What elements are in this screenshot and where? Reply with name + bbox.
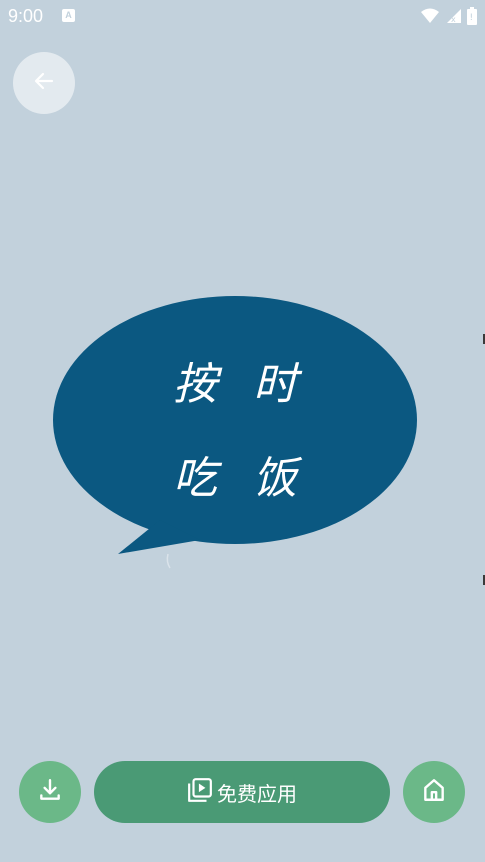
battery-icon: !: [467, 7, 477, 30]
home-button[interactable]: [403, 761, 465, 823]
status-bar: 9:00 A x !: [0, 0, 485, 34]
svg-text:x: x: [451, 15, 456, 24]
arrow-left-icon: [32, 69, 56, 98]
sticker-text-line2: 吃饭: [173, 453, 333, 504]
home-icon: [421, 777, 447, 808]
svg-text:!: !: [470, 13, 474, 23]
signal-icon: x: [445, 8, 461, 29]
apply-free-label: 免费应用: [217, 781, 297, 806]
apply-free-button[interactable]: 免费应用: [94, 761, 390, 823]
video-library-icon: [187, 777, 213, 808]
status-time: 9:00: [8, 6, 44, 26]
status-icons: x !: [421, 7, 477, 30]
download-button[interactable]: [19, 761, 81, 823]
sticker-text-line1: 按时: [173, 359, 333, 410]
speech-bubble: [53, 296, 417, 569]
back-button[interactable]: [13, 52, 75, 114]
wifi-icon: [421, 8, 439, 29]
download-icon: [37, 777, 63, 808]
a-notification-icon: A: [62, 9, 75, 22]
